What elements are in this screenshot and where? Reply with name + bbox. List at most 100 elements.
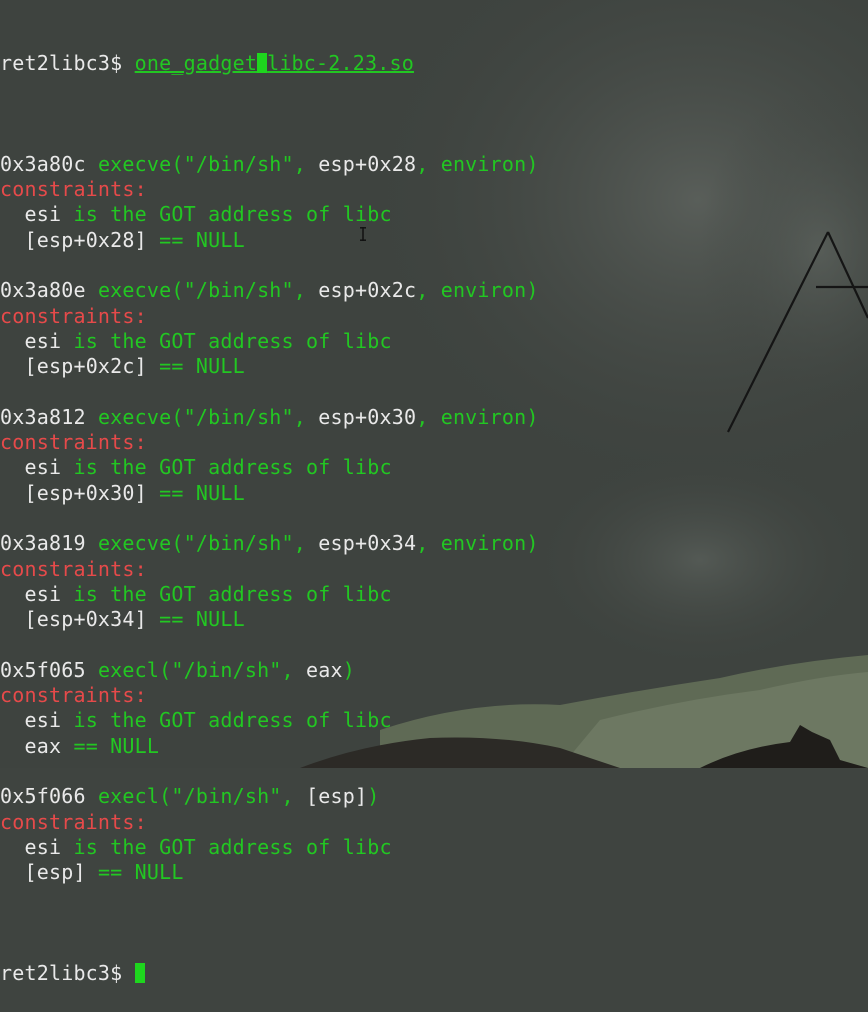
constraint-1: esi is the GOT address of libc [0, 455, 868, 480]
constraint-2: [esp+0x28] == NULL [0, 228, 868, 253]
gadget-function: execve("/bin/sh", [97, 278, 319, 303]
gadget-argument: esp+0x30 [318, 404, 417, 429]
constraint-indent [0, 455, 24, 479]
constraint-2: [esp] == NULL [0, 860, 868, 885]
mouse-ibeam-icon [360, 227, 366, 241]
constraint-text: == NULL [61, 733, 160, 758]
constraint-indent [0, 582, 24, 606]
final-text-cursor [134, 963, 145, 984]
constraint-register: [esp+0x28] [24, 227, 147, 252]
gadget-header: 0x3a80c execve("/bin/sh", esp+0x28, envi… [0, 152, 868, 177]
constraint-text: is the GOT address of libc [61, 202, 392, 227]
gadget-function: execve("/bin/sh", [97, 531, 319, 556]
constraint-register: esi [24, 328, 62, 353]
constraints-label: constraints: [0, 177, 147, 202]
constraint-text: == NULL [146, 607, 245, 632]
gadget-tail: , environ) [416, 404, 539, 429]
constraint-register: [esp+0x2c] [24, 354, 147, 379]
gadget-block: 0x5f066 execl("/bin/sh", [esp]) constrain… [0, 784, 868, 885]
constraint-text: is the GOT address of libc [61, 581, 392, 606]
constraint-2: [esp+0x30] == NULL [0, 481, 868, 506]
gadget-address: 0x3a80c [0, 151, 86, 176]
gadget-space [86, 658, 98, 682]
gadget-header: 0x5f066 execl("/bin/sh", [esp]) [0, 784, 868, 809]
constraint-register: esi [24, 834, 62, 859]
constraint-indent [0, 228, 24, 252]
constraint-1: esi is the GOT address of libc [0, 202, 868, 227]
gadget-space [86, 152, 98, 176]
constraint-text: == NULL [146, 480, 245, 505]
constraint-2: [esp+0x2c] == NULL [0, 354, 868, 379]
gadget-tail: , environ) [416, 151, 539, 176]
constraints-label: constraints: [0, 556, 147, 581]
constraint-text: is the GOT address of libc [61, 708, 392, 733]
gadget-argument: esp+0x34 [318, 531, 417, 556]
constraint-1: esi is the GOT address of libc [0, 582, 868, 607]
gadget-header: 0x3a819 execve("/bin/sh", esp+0x34, envi… [0, 531, 868, 556]
constraint-text: == NULL [146, 227, 245, 252]
constraint-text: is the GOT address of libc [61, 328, 392, 353]
gadget-space [86, 278, 98, 302]
constraint-text: is the GOT address of libc [61, 834, 392, 859]
constraint-2: eax == NULL [0, 734, 868, 759]
constraint-indent [0, 607, 24, 631]
constraint-register: eax [24, 733, 62, 758]
constraints-label: constraints: [0, 683, 147, 708]
constraint-1: esi is the GOT address of libc [0, 835, 868, 860]
gadget-address: 0x3a80e [0, 278, 86, 303]
constraint-text: is the GOT address of libc [61, 455, 392, 480]
gadget-block: 0x3a80c execve("/bin/sh", esp+0x28, envi… [0, 152, 868, 278]
constraints-label: constraints: [0, 430, 147, 455]
gadget-argument: [esp] [306, 784, 368, 809]
constraint-1: esi is the GOT address of libc [0, 329, 868, 354]
constraint-register: [esp+0x30] [24, 480, 147, 505]
gadget-address: 0x5f066 [0, 784, 86, 809]
final-prompt-line: ret2libc3$ [0, 961, 868, 986]
constraints-label: constraints: [0, 303, 147, 328]
gadget-tail: , environ) [416, 278, 539, 303]
gadget-header: 0x3a812 execve("/bin/sh", esp+0x30, envi… [0, 405, 868, 430]
constraint-2: [esp+0x34] == NULL [0, 607, 868, 632]
gadget-list: 0x3a80c execve("/bin/sh", esp+0x28, envi… [0, 152, 868, 886]
gadget-header: 0x3a80e execve("/bin/sh", esp+0x2c, envi… [0, 278, 868, 303]
gadget-block: 0x5f065 execl("/bin/sh", eax) constraints… [0, 658, 868, 784]
gadget-space [86, 784, 98, 808]
gadget-tail: ) [367, 784, 380, 809]
constraint-1: esi is the GOT address of libc [0, 708, 868, 733]
constraint-indent [0, 202, 24, 226]
constraint-indent [0, 481, 24, 505]
constraint-indent [0, 835, 24, 859]
gadget-function: execve("/bin/sh", [97, 151, 319, 176]
gadget-space [86, 531, 98, 555]
constraint-register: esi [24, 581, 62, 606]
terminal-output[interactable]: ret2libc3$ one_gadget libc-2.23.so 0x3a80… [0, 0, 868, 986]
gadget-block: 0x3a80e execve("/bin/sh", esp+0x2c, envi… [0, 278, 868, 404]
gadget-argument: esp+0x2c [318, 278, 417, 303]
command-name: one_gadget [134, 50, 258, 75]
final-shell-prompt: ret2libc3$ [0, 961, 135, 986]
gadget-function: execl("/bin/sh", [97, 784, 307, 809]
constraints-label: constraints: [0, 809, 147, 834]
gadget-argument: esp+0x28 [318, 151, 417, 176]
constraint-register: [esp] [24, 860, 86, 885]
constraint-register: esi [24, 455, 62, 480]
constraint-indent [0, 734, 24, 758]
gadget-block: 0x3a812 execve("/bin/sh", esp+0x30, envi… [0, 405, 868, 531]
constraint-register: [esp+0x34] [24, 607, 147, 632]
command-argument: libc-2.23.so [267, 50, 414, 75]
constraint-indent [0, 354, 24, 378]
gadget-function: execve("/bin/sh", [97, 404, 319, 429]
gadget-argument: eax [306, 657, 343, 682]
constraint-register: esi [24, 202, 62, 227]
constraint-text: == NULL [85, 860, 184, 885]
gadget-address: 0x5f065 [0, 657, 86, 682]
gadget-tail: ) [342, 657, 356, 682]
text-cursor [257, 52, 268, 73]
gadget-function: execl("/bin/sh", [97, 657, 307, 682]
gadget-header: 0x5f065 execl("/bin/sh", eax) [0, 658, 868, 683]
